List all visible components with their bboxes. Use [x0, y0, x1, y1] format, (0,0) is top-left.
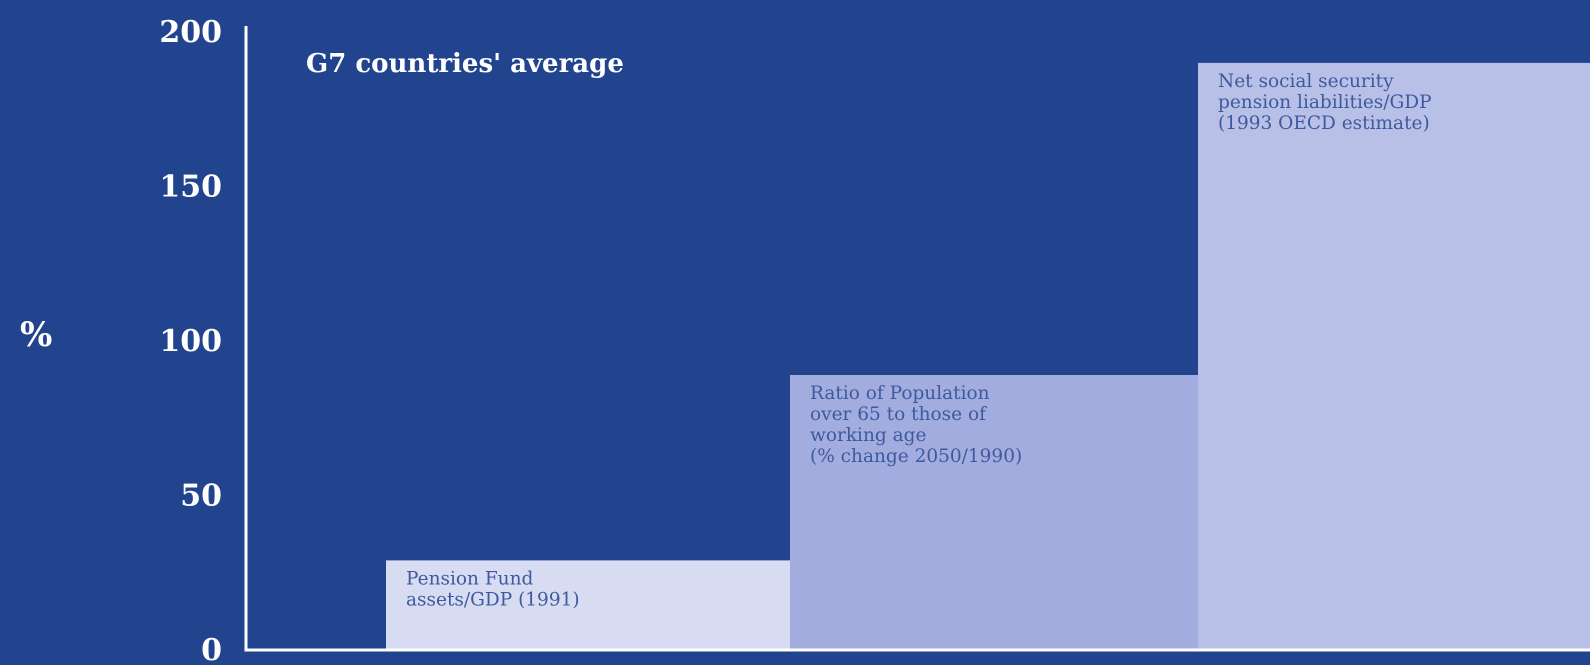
- chart-title: G7 countries' average: [306, 49, 624, 79]
- bar-3-label-line: Net social security: [1218, 71, 1394, 92]
- bar-1-label-line: assets/GDP (1991): [406, 589, 580, 610]
- y-tick-label: 50: [180, 479, 222, 514]
- chart-canvas: Pension Fund assets/GDP (1991) Ratio of Po…: [0, 0, 1590, 665]
- chart: Pension Fund assets/GDP (1991) Ratio of Po…: [0, 0, 1590, 665]
- bar-2-label-line: (% change 2050/1990): [810, 446, 1022, 467]
- y-tick-label: 150: [159, 170, 222, 205]
- bar-2-label-line: over 65 to those of: [810, 404, 987, 425]
- bar-3-label-line: pension liabilities/GDP: [1218, 92, 1432, 113]
- bar-2-label-line: Ratio of Population: [810, 383, 990, 404]
- y-tick-label: 0: [201, 633, 222, 665]
- y-axis-unit-label: %: [20, 315, 52, 355]
- y-tick-label: 200: [159, 15, 222, 50]
- bar-1-label-line: Pension Fund: [406, 568, 533, 589]
- bar-2-label-line: working age: [810, 425, 926, 446]
- y-tick-label: 100: [159, 324, 222, 359]
- bar-3-label-line: (1993 OECD estimate): [1218, 113, 1430, 134]
- bar-3: [1198, 62, 1590, 650]
